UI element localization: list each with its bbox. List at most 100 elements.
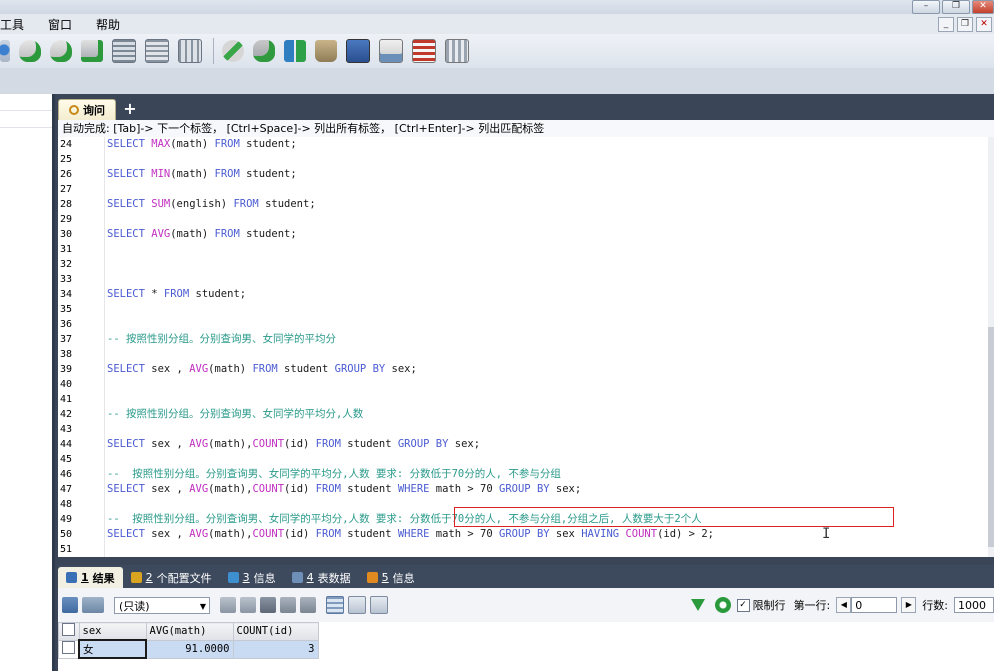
row-count-input[interactable]: 1000	[954, 597, 994, 613]
code-line[interactable]: 35	[58, 302, 988, 317]
select-all-checkbox[interactable]	[62, 623, 75, 637]
code-line[interactable]: 41	[58, 392, 988, 407]
code-line[interactable]: 50 SELECT sex , AVG(math),COUNT(id) FROM …	[58, 527, 988, 542]
table-list-icon[interactable]	[145, 39, 169, 63]
scrollbar-thumb[interactable]	[988, 327, 994, 547]
code-token: (math),	[208, 438, 253, 450]
code-line[interactable]: 25	[58, 152, 988, 167]
editor-scrollbar[interactable]	[988, 137, 994, 557]
result-mode-select[interactable]: (只读) ▼	[114, 596, 210, 614]
code-line[interactable]: 39 SELECT sex , AVG(math) FROM student GR…	[58, 362, 988, 377]
close-button[interactable]: ✕	[972, 0, 994, 14]
backup-icon[interactable]	[81, 40, 103, 62]
mdi-minimize-button[interactable]: _	[938, 17, 954, 32]
column-header[interactable]: sex	[78, 622, 147, 641]
settings-grid-icon[interactable]	[445, 39, 469, 63]
code-line[interactable]: 28 SELECT SUM(english) FROM student;	[58, 197, 988, 212]
row-checkbox[interactable]	[62, 641, 75, 654]
mdi-restore-button[interactable]: ❐	[957, 17, 973, 32]
table-editor-icon[interactable]	[112, 39, 136, 63]
maximize-button[interactable]: ❐	[942, 0, 970, 14]
menu-help[interactable]: 帮助	[96, 16, 130, 33]
result-tab-4[interactable]: 4 表数据	[284, 567, 359, 588]
revert-icon[interactable]	[300, 597, 316, 613]
code-line[interactable]: 43	[58, 422, 988, 437]
code-token: sex;	[385, 363, 417, 375]
prev-page-button[interactable]: ◀	[836, 597, 852, 613]
code-token: FROM	[315, 438, 341, 450]
query-builder-icon[interactable]	[222, 40, 244, 62]
code-line[interactable]: 36	[58, 317, 988, 332]
transfer-icon[interactable]	[315, 40, 337, 62]
object-browser[interactable]	[0, 94, 55, 671]
code-text: SELECT sex , AVG(math),COUNT(id) FROM st…	[107, 527, 714, 542]
refresh-dropdown-icon[interactable]	[82, 597, 104, 613]
code-line[interactable]: 32	[58, 257, 988, 272]
compare-icon[interactable]	[284, 40, 306, 62]
code-line[interactable]: 27	[58, 182, 988, 197]
header-select-cell[interactable]	[58, 622, 80, 641]
copy-icon[interactable]	[220, 597, 236, 613]
grid-view-icon[interactable]	[326, 596, 344, 614]
column-header[interactable]: AVG(math)	[145, 622, 234, 641]
code-line[interactable]: 31	[58, 242, 988, 257]
code-line[interactable]: 24 SELECT MAX(math) FROM student;	[58, 137, 988, 152]
code-line[interactable]: 46 -- 按照性别分组。分别查询男、女同学的平均分,人数 要求: 分数低于70分…	[58, 467, 988, 482]
scheduler-icon[interactable]	[412, 39, 436, 63]
object-browser-row[interactable]	[0, 111, 52, 128]
code-line[interactable]: 34 SELECT * FROM student;	[58, 287, 988, 302]
line-number: 45	[60, 454, 73, 465]
next-page-button[interactable]: ▶	[901, 597, 917, 613]
table-row[interactable]: 女 91.0000 3	[58, 639, 319, 659]
delete-icon[interactable]	[280, 597, 296, 613]
data-grid-icon[interactable]	[178, 39, 202, 63]
minimize-button[interactable]: –	[912, 0, 940, 14]
object-browser-row[interactable]	[0, 94, 52, 111]
code-line[interactable]: 38	[58, 347, 988, 362]
table-cell[interactable]: 女	[78, 639, 147, 659]
form-view-icon[interactable]	[348, 596, 366, 614]
export-icon[interactable]	[62, 597, 78, 613]
filter-icon[interactable]	[690, 599, 705, 611]
code-line[interactable]: 40	[58, 377, 988, 392]
code-line[interactable]: 51	[58, 542, 988, 557]
result-tab-5[interactable]: 5 信息	[359, 567, 423, 588]
code-line[interactable]: 33	[58, 272, 988, 287]
code-line[interactable]: 29	[58, 212, 988, 227]
new-tab-button[interactable]: +	[120, 100, 140, 120]
sql-editor[interactable]: 24 SELECT MAX(math) FROM student; 25 26 SELE…	[58, 137, 988, 557]
code-line[interactable]: 47 SELECT sex , AVG(math),COUNT(id) FROM …	[58, 482, 988, 497]
first-row-input[interactable]: 0	[851, 597, 898, 613]
tab-query[interactable]: 询问	[58, 99, 116, 120]
duplicate-icon[interactable]	[240, 597, 256, 613]
code-line[interactable]: 44 SELECT sex , AVG(math),COUNT(id) FROM …	[58, 437, 988, 452]
limit-rows-checkbox[interactable]: ✓	[736, 598, 750, 612]
table-cell[interactable]: 3	[232, 639, 319, 659]
mdi-close-button[interactable]: ✕	[976, 17, 992, 32]
result-tab-1[interactable]: 1 结果	[58, 567, 123, 588]
code-line[interactable]: 45	[58, 452, 988, 467]
import-icon[interactable]	[253, 40, 275, 62]
menu-window[interactable]: 窗口	[48, 16, 82, 33]
code-line[interactable]: 42 -- 按照性别分组。分别查询男、女同学的平均分,人数	[58, 407, 988, 422]
monitor-icon[interactable]	[346, 39, 370, 63]
result-grid[interactable]: sex AVG(math) COUNT(id) 女 91.0000 3	[58, 622, 994, 671]
refresh-icon[interactable]	[714, 597, 731, 613]
schema-sync-icon[interactable]	[0, 40, 10, 62]
text-view-icon[interactable]	[370, 596, 388, 614]
database-add-icon[interactable]	[19, 40, 41, 62]
menu-tools[interactable]: 工具	[0, 16, 34, 33]
code-line[interactable]: 30 SELECT AVG(math) FROM student;	[58, 227, 988, 242]
database-edit-icon[interactable]	[50, 40, 72, 62]
result-table[interactable]: sex AVG(math) COUNT(id) 女 91.0000 3	[58, 622, 319, 659]
column-header[interactable]: COUNT(id)	[232, 622, 319, 641]
result-tab-2[interactable]: 2 个配置文件	[123, 567, 220, 588]
save-icon[interactable]	[260, 597, 276, 613]
row-select-cell[interactable]	[58, 639, 80, 659]
table-cell[interactable]: 91.0000	[145, 639, 234, 659]
report-icon[interactable]	[379, 39, 403, 63]
code-line[interactable]: 26 SELECT MIN(math) FROM student;	[58, 167, 988, 182]
line-number: 50	[60, 529, 73, 540]
result-tab-3[interactable]: 3 信息	[220, 567, 284, 588]
code-line[interactable]: 37 -- 按照性别分组。分别查询男、女同学的平均分	[58, 332, 988, 347]
